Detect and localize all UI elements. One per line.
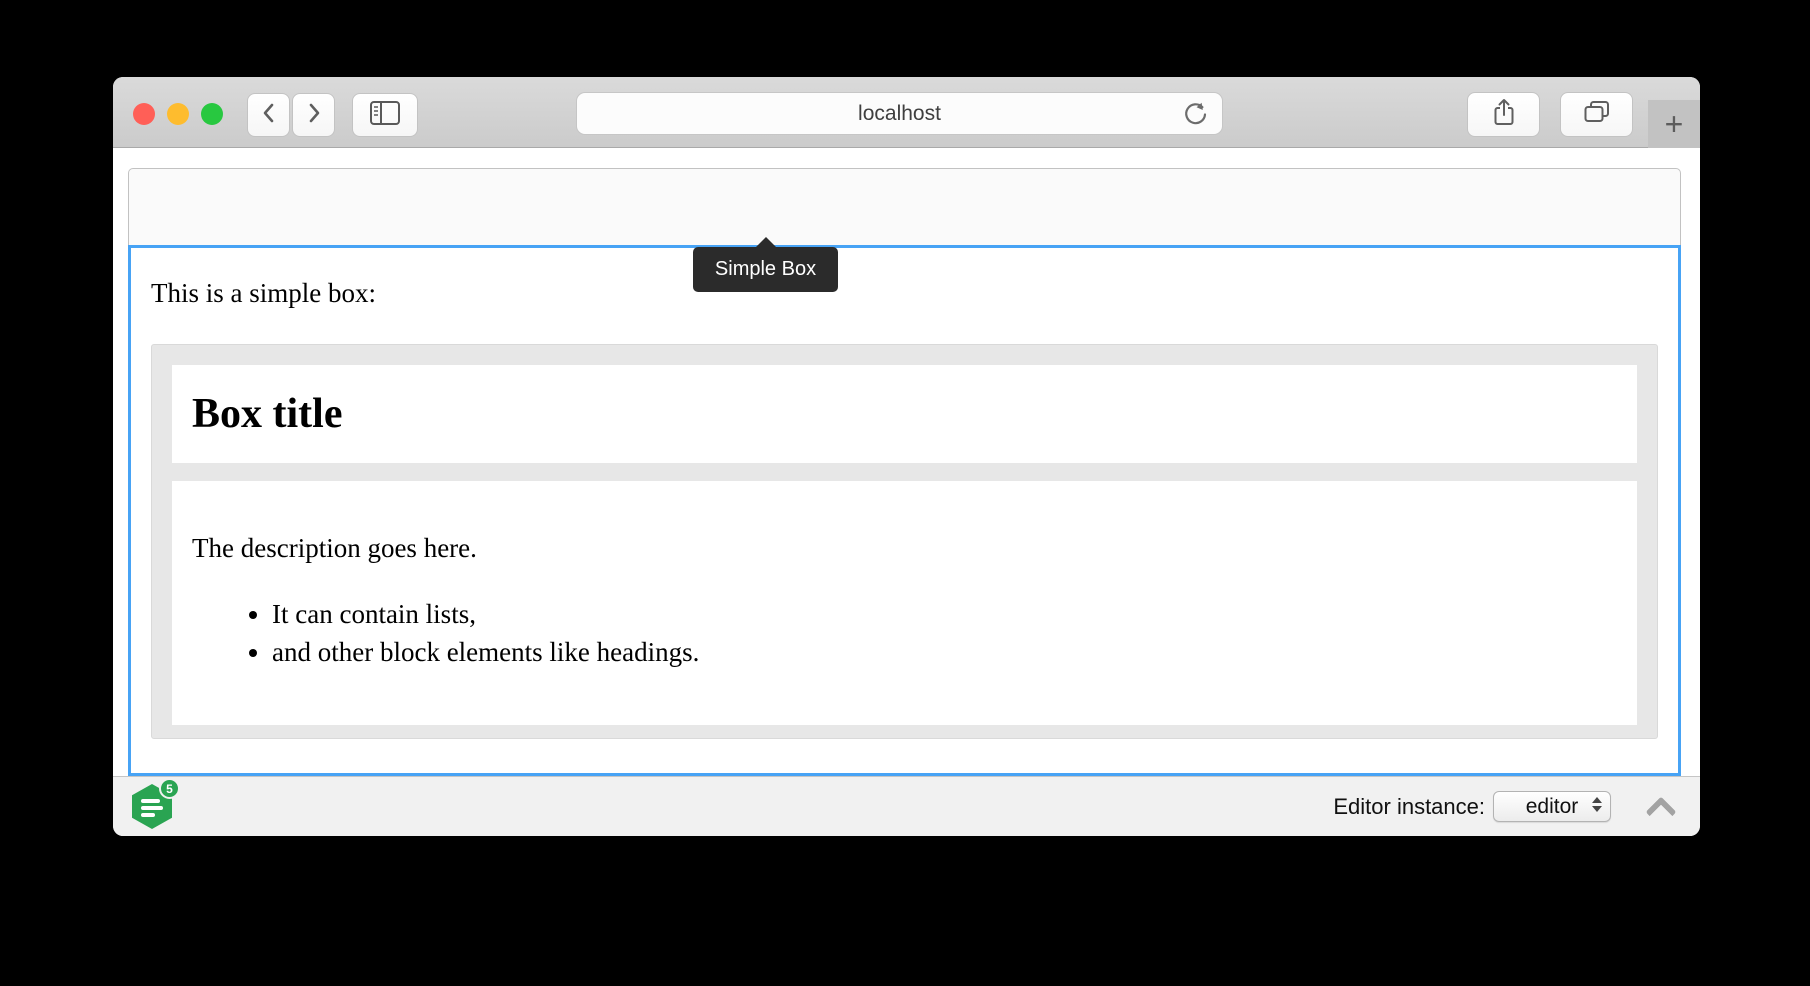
intro-paragraph[interactable]: This is a simple box: [151,276,1658,310]
tooltip-text: Simple Box [693,247,838,292]
share-icon [1491,97,1517,132]
selected-instance-value: editor [1526,795,1579,819]
list-item[interactable]: and other block elements like headings. [272,633,1617,671]
share-button[interactable] [1467,92,1540,137]
select-arrows-icon [1592,797,1602,812]
chevron-left-icon [259,100,279,131]
list-item[interactable]: It can contain lists, [272,595,1617,633]
simple-box-description-field[interactable]: The description goes here. It can contai… [172,481,1637,725]
editor-instance-label: Editor instance: [1293,794,1485,820]
plus-icon: + [1665,106,1684,143]
new-tab-button[interactable]: + [1648,100,1700,148]
description-paragraph[interactable]: The description goes here. [192,531,1617,565]
tabs-icon [1582,99,1612,130]
box-title-heading[interactable]: Box title [192,393,342,435]
chevron-right-icon [304,100,324,131]
simple-box-title-field[interactable]: Box title [172,365,1637,463]
expand-inspector-button[interactable] [1645,795,1677,821]
editor-editable-area[interactable]: This is a simple box: Box title The desc… [128,245,1681,776]
browser-toolbar: localhost [113,77,1700,148]
url-text: localhost [858,102,941,126]
forward-button[interactable] [292,93,335,137]
version-badge: 5 [159,778,180,799]
back-button[interactable] [247,93,290,137]
sidebar-toggle-button[interactable] [352,93,418,137]
address-bar[interactable]: localhost [576,92,1223,135]
sidebar-icon [369,100,401,131]
tooltip-arrow [755,237,777,248]
browser-window: localhost [113,77,1700,836]
close-button[interactable] [133,103,155,125]
editor-toolbar: Paragraph B I 1 2 Simp [128,168,1681,245]
inspector-bar: 5 Editor instance: editor [113,776,1700,836]
reload-icon[interactable] [1182,101,1209,134]
ckeditor-logo-icon[interactable]: 5 [132,784,172,829]
simple-box-tooltip: Simple Box [693,247,838,292]
editor-instance-select[interactable]: editor [1493,791,1611,822]
simple-box-widget[interactable]: Box title The description goes here. It … [151,344,1658,739]
chevron-up-icon [1645,796,1676,827]
tab-overview-button[interactable] [1560,92,1633,137]
description-list[interactable]: It can contain lists, and other block el… [192,595,1617,671]
minimize-button[interactable] [167,103,189,125]
zoom-button[interactable] [201,103,223,125]
